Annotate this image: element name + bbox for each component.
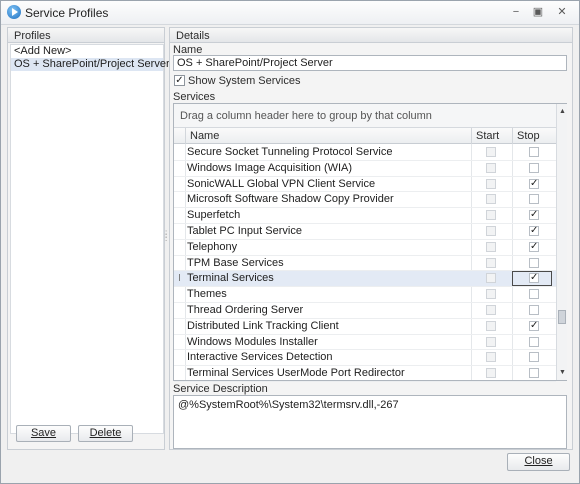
- stop-checkbox[interactable]: ✓: [529, 225, 539, 236]
- services-grid: Drag a column header here to group by th…: [173, 103, 567, 382]
- stop-checkbox[interactable]: [529, 352, 539, 363]
- start-checkbox[interactable]: [486, 273, 496, 284]
- service-description-box[interactable]: @%SystemRoot%\System32\termsrv.dll,-267: [173, 395, 567, 449]
- minimize-icon[interactable]: −: [509, 6, 523, 18]
- stop-checkbox[interactable]: [529, 289, 539, 300]
- service-name-cell: Superfetch: [187, 209, 241, 222]
- service-name-cell: SonicWALL Global VPN Client Service: [187, 177, 376, 190]
- services-label: Services: [173, 91, 216, 103]
- stop-checkbox[interactable]: [529, 304, 539, 315]
- start-checkbox[interactable]: [486, 304, 496, 315]
- show-system-services-checkbox[interactable]: ✓: [174, 75, 185, 86]
- stop-checkbox[interactable]: [529, 368, 539, 379]
- scroll-thumb[interactable]: [558, 310, 566, 324]
- service-row[interactable]: Terminal Services UserMode Port Redirect…: [174, 366, 556, 382]
- service-name-cell: Telephony: [187, 240, 238, 253]
- stop-checkbox[interactable]: [529, 162, 539, 173]
- show-system-services-label: Show System Services: [188, 75, 301, 87]
- service-row[interactable]: Secure Socket Tunneling Protocol Service: [174, 145, 556, 161]
- start-checkbox[interactable]: [486, 352, 496, 363]
- service-row[interactable]: TPM Base Services: [174, 256, 556, 272]
- delete-button[interactable]: Delete: [78, 425, 133, 442]
- profile-item-selected[interactable]: OS + SharePoint/Project Server: [11, 58, 170, 71]
- service-row[interactable]: Thread Ordering Server: [174, 303, 556, 319]
- delete-button-label: Delete: [89, 427, 122, 439]
- profiles-panel: Profiles <Add New> OS + SharePoint/Proje…: [7, 27, 170, 450]
- grid-header: Name Start Stop: [174, 128, 556, 144]
- service-name-cell: Terminal Services: [187, 272, 274, 285]
- service-row[interactable]: Windows Image Acquisition (WIA): [174, 161, 556, 177]
- profile-list[interactable]: <Add New> OS + SharePoint/Project Server: [10, 44, 170, 434]
- service-profiles-window: Service Profiles − ▣ ✕ Profiles <Add New…: [0, 0, 580, 484]
- service-name-cell: Thread Ordering Server: [187, 303, 304, 316]
- service-name-cell: Interactive Services Detection: [187, 351, 333, 364]
- service-row[interactable]: Microsoft Software Shadow Copy Provider: [174, 192, 556, 209]
- start-checkbox[interactable]: [486, 194, 496, 205]
- service-row[interactable]: Superfetch ✓: [174, 208, 556, 224]
- start-checkbox[interactable]: [486, 178, 496, 189]
- start-checkbox[interactable]: [486, 162, 496, 173]
- group-by-panel[interactable]: Drag a column header here to group by th…: [174, 104, 556, 128]
- service-name-cell: Distributed Link Tracking Client: [187, 319, 339, 332]
- service-row[interactable]: I Terminal Services ✓: [174, 271, 556, 288]
- start-checkbox[interactable]: [486, 336, 496, 347]
- close-button[interactable]: Close: [507, 453, 570, 471]
- start-checkbox[interactable]: [486, 225, 496, 236]
- service-row[interactable]: Distributed Link Tracking Client ✓: [174, 319, 556, 335]
- service-name-cell: Microsoft Software Shadow Copy Provider: [187, 193, 394, 206]
- column-header-stop[interactable]: Stop: [512, 128, 556, 144]
- scroll-down-icon[interactable]: ▼: [557, 367, 568, 378]
- name-input[interactable]: OS + SharePoint/Project Server: [173, 55, 567, 71]
- service-row[interactable]: Interactive Services Detection: [174, 350, 556, 367]
- service-row[interactable]: Tablet PC Input Service ✓: [174, 224, 556, 240]
- row-edit-indicator-icon: I: [178, 273, 181, 285]
- stop-checkbox[interactable]: ✓: [529, 178, 539, 189]
- start-checkbox[interactable]: [486, 368, 496, 379]
- column-header-name[interactable]: Name: [185, 128, 471, 144]
- stop-checkbox[interactable]: [529, 194, 539, 205]
- save-button-label: Save: [30, 427, 57, 439]
- service-name-cell: Tablet PC Input Service: [187, 224, 302, 237]
- start-checkbox[interactable]: [486, 210, 496, 221]
- window-title: Service Profiles: [25, 6, 109, 20]
- service-row[interactable]: Themes: [174, 287, 556, 303]
- scroll-up-icon[interactable]: ▲: [557, 106, 568, 117]
- start-checkbox[interactable]: [486, 257, 496, 268]
- service-name-cell: Windows Image Acquisition (WIA): [187, 161, 353, 174]
- profiles-header: Profiles: [7, 27, 165, 43]
- service-name-cell: TPM Base Services: [187, 256, 284, 269]
- start-checkbox[interactable]: [486, 147, 496, 157]
- save-button[interactable]: Save: [16, 425, 71, 442]
- stop-checkbox[interactable]: [529, 257, 539, 268]
- stop-checkbox[interactable]: ✓: [529, 210, 539, 221]
- stop-checkbox[interactable]: ✓: [529, 273, 539, 284]
- start-checkbox[interactable]: [486, 289, 496, 300]
- profile-item-add-new[interactable]: <Add New>: [11, 45, 163, 58]
- column-header-start[interactable]: Start: [471, 128, 512, 144]
- service-name-cell: Windows Modules Installer: [187, 335, 318, 348]
- maximize-icon[interactable]: ▣: [531, 6, 545, 18]
- play-icon: [7, 5, 21, 19]
- title-bar[interactable]: Service Profiles − ▣ ✕: [1, 1, 579, 25]
- stop-checkbox[interactable]: [529, 336, 539, 347]
- service-description-label: Service Description: [173, 383, 268, 395]
- start-checkbox[interactable]: [486, 320, 496, 331]
- service-name-cell: Terminal Services UserMode Port Redirect…: [187, 367, 405, 380]
- service-name-cell: Themes: [187, 288, 227, 301]
- vertical-scrollbar[interactable]: ▲ ▼: [556, 104, 567, 380]
- service-row[interactable]: SonicWALL Global VPN Client Service ✓: [174, 177, 556, 193]
- close-icon[interactable]: ✕: [555, 6, 569, 18]
- stop-checkbox[interactable]: ✓: [529, 320, 539, 331]
- stop-checkbox[interactable]: ✓: [529, 241, 539, 252]
- service-row[interactable]: Windows Modules Installer: [174, 335, 556, 351]
- details-header: Details: [169, 27, 573, 43]
- start-checkbox[interactable]: [486, 241, 496, 252]
- services-rows: Secure Socket Tunneling Protocol Service…: [174, 145, 556, 382]
- service-name-cell: Secure Socket Tunneling Protocol Service: [187, 146, 393, 158]
- stop-checkbox[interactable]: [529, 147, 539, 157]
- close-button-label: Close: [524, 455, 553, 467]
- service-row[interactable]: Telephony ✓: [174, 240, 556, 256]
- service-description-text: @%SystemRoot%\System32\termsrv.dll,-267: [178, 399, 399, 411]
